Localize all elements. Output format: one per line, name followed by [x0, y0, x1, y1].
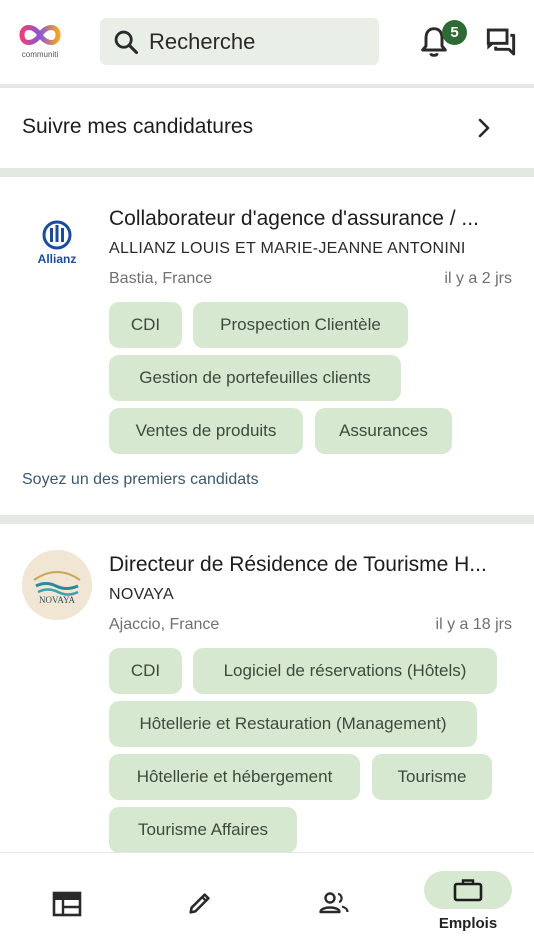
job-title[interactable]: Collaborateur d'agence d'assurance / ... [109, 207, 514, 231]
top-bar: communiti Recherche 5 [0, 0, 534, 84]
news-feed-icon[interactable] [52, 891, 82, 917]
allianz-logo-icon: Allianz [38, 220, 77, 266]
early-applicant-note: Soyez un des premiers candidats [22, 471, 259, 488]
job-tag: Logiciel de réservations (Hôtels) [193, 648, 497, 694]
company-logo: Allianz [22, 207, 92, 277]
job-tag: CDI [109, 648, 182, 694]
divider [0, 168, 534, 177]
job-tag: Ventes de produits [109, 408, 303, 454]
bottom-navigation: Emplois [0, 852, 534, 950]
job-tag: Tourisme Affaires [109, 807, 297, 852]
chevron-right-icon [478, 118, 490, 138]
search-placeholder: Recherche [149, 29, 256, 54]
job-card[interactable]: Allianz Collaborateur d'agence d'assuran… [0, 177, 534, 515]
communiti-logo[interactable]: communiti [14, 20, 66, 64]
divider [0, 515, 534, 524]
people-icon[interactable] [318, 891, 350, 915]
follow-applications-label: Suivre mes candidatures [22, 115, 254, 138]
job-tag: Hôtellerie et hébergement [109, 754, 360, 800]
logo-text: communiti [21, 50, 59, 59]
briefcase-icon[interactable] [453, 878, 483, 902]
allianz-logo-text: Allianz [38, 252, 77, 266]
job-location: Bastia, France [109, 270, 213, 287]
notification-count-badge: 5 [442, 20, 467, 45]
job-tag: Tourisme [372, 754, 492, 800]
job-tag: Prospection Clientèle [193, 302, 408, 348]
job-tag: Assurances [315, 408, 452, 454]
company-logo: NOVAYA [22, 550, 92, 620]
job-tag: Hôtellerie et Restauration (Management) [109, 701, 477, 747]
messages-icon[interactable] [484, 26, 518, 58]
follow-applications-row[interactable]: Suivre mes candidatures [0, 88, 534, 168]
job-card[interactable]: NOVAYA Directeur de Résidence de Tourism… [0, 524, 534, 852]
search-icon [114, 30, 139, 55]
edit-icon[interactable] [186, 889, 214, 917]
job-location: Ajaccio, France [109, 616, 220, 633]
company-name: ALLIANZ LOUIS ET MARIE-JEANNE ANTONINI [109, 240, 466, 257]
novaya-logo-text: NOVAYA [39, 595, 76, 605]
posted-date: il y a 18 jrs [435, 616, 512, 633]
novaya-logo-icon: NOVAYA [22, 550, 92, 620]
posted-date: il y a 2 jrs [444, 270, 512, 287]
job-tag: Gestion de portefeuilles clients [109, 355, 401, 401]
search-bar[interactable]: Recherche [100, 18, 379, 65]
job-title[interactable]: Directeur de Résidence de Tourisme H... [109, 553, 514, 577]
company-name: NOVAYA [109, 586, 174, 603]
infinity-logo-icon [19, 25, 61, 45]
nav-emplois-label[interactable]: Emplois [428, 915, 508, 932]
job-tag: CDI [109, 302, 182, 348]
